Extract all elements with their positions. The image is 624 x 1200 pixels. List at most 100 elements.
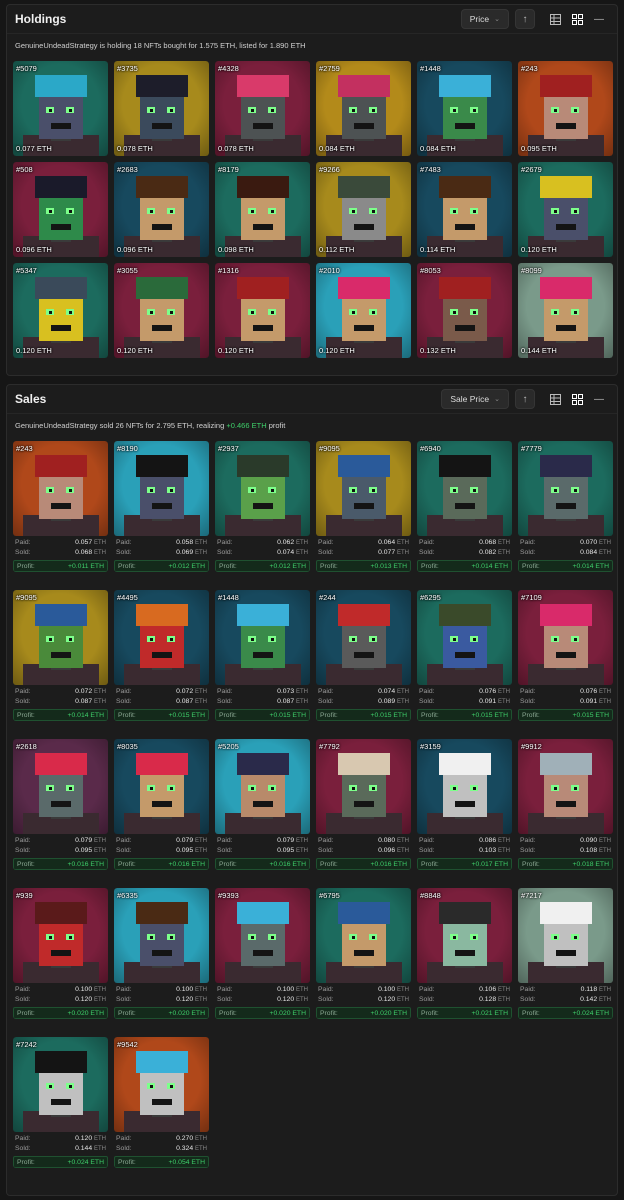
profit-row: Profit: +0.024 ETH (13, 1156, 108, 1168)
collapse-button[interactable]: — (589, 9, 609, 29)
sale-card[interactable]: #3159 Paid: 0.086 ETH Sold: 0.103 ETH Profit:… (417, 739, 512, 870)
nft-card[interactable]: #508 0.096 ETH (13, 162, 108, 257)
nft-image[interactable]: #3055 0.120 ETH (114, 263, 209, 358)
sale-card[interactable]: #244 Paid: 0.074 ETH Sold: 0.089 ETH Profit: +… (316, 590, 411, 721)
sale-card[interactable]: #9095 Paid: 0.064 ETH Sold: 0.077 ETH Profit:… (316, 441, 411, 572)
nft-image[interactable]: #9542 (114, 1037, 209, 1132)
nft-image[interactable]: #4328 0.078 ETH (215, 61, 310, 156)
nft-card[interactable]: #8099 0.144 ETH (518, 263, 613, 358)
nft-image[interactable]: #244 (316, 590, 411, 685)
nft-image[interactable]: #6295 (417, 590, 512, 685)
sale-card[interactable]: #9912 Paid: 0.090 ETH Sold: 0.108 ETH Profit:… (518, 739, 613, 870)
sale-card[interactable]: #5205 Paid: 0.079 ETH Sold: 0.095 ETH Profit:… (215, 739, 310, 870)
sale-card[interactable]: #4495 Paid: 0.072 ETH Sold: 0.087 ETH Profit:… (114, 590, 209, 721)
nft-card[interactable]: #2759 0.084 ETH (316, 61, 411, 156)
nft-image[interactable]: #2759 0.084 ETH (316, 61, 411, 156)
nft-card[interactable]: #5347 0.120 ETH (13, 263, 108, 358)
nft-card[interactable]: #5079 0.077 ETH (13, 61, 108, 156)
nft-card[interactable]: #3055 0.120 ETH (114, 263, 209, 358)
nft-image[interactable]: #243 0.095 ETH (518, 61, 613, 156)
nft-image[interactable]: #9912 (518, 739, 613, 834)
sort-direction-button[interactable]: ↑ (515, 9, 535, 29)
sale-card[interactable]: #8035 Paid: 0.079 ETH Sold: 0.095 ETH Profit:… (114, 739, 209, 870)
nft-image[interactable]: #8099 0.144 ETH (518, 263, 613, 358)
sale-card[interactable]: #7779 Paid: 0.070 ETH Sold: 0.084 ETH Profit:… (518, 441, 613, 572)
sales-sort-dropdown[interactable]: Sale Price ⌄ (441, 389, 509, 409)
nft-image[interactable]: #6795 (316, 888, 411, 983)
nft-image[interactable]: #5205 (215, 739, 310, 834)
sale-card[interactable]: #8848 Paid: 0.106 ETH Sold: 0.128 ETH Profit:… (417, 888, 512, 1019)
nft-image[interactable]: #7792 (316, 739, 411, 834)
holdings-sort-dropdown[interactable]: Price ⌄ (460, 9, 509, 29)
nft-card[interactable]: #8053 0.132 ETH (417, 263, 512, 358)
nft-image[interactable]: #1316 0.120 ETH (215, 263, 310, 358)
nft-image[interactable]: #8179 0.098 ETH (215, 162, 310, 257)
sale-card[interactable]: #7242 Paid: 0.120 ETH Sold: 0.144 ETH Profit:… (13, 1037, 108, 1168)
nft-image[interactable]: #1448 0.084 ETH (417, 61, 512, 156)
sort-direction-button[interactable]: ↑ (515, 389, 535, 409)
nft-card[interactable]: #2683 0.096 ETH (114, 162, 209, 257)
nft-image[interactable]: #2618 (13, 739, 108, 834)
nft-image[interactable]: #2679 0.120 ETH (518, 162, 613, 257)
nft-image[interactable]: #243 (13, 441, 108, 536)
nft-image[interactable]: #6335 (114, 888, 209, 983)
sale-card[interactable]: #9542 Paid: 0.270 ETH Sold: 0.324 ETH Profit:… (114, 1037, 209, 1168)
sale-card[interactable]: #7109 Paid: 0.076 ETH Sold: 0.091 ETH Profit:… (518, 590, 613, 721)
nft-image[interactable]: #8035 (114, 739, 209, 834)
nft-image[interactable]: #8053 0.132 ETH (417, 263, 512, 358)
nft-card[interactable]: #3735 0.078 ETH (114, 61, 209, 156)
sale-card[interactable]: #9095 Paid: 0.072 ETH Sold: 0.087 ETH Profit:… (13, 590, 108, 721)
nft-image[interactable]: #9095 (13, 590, 108, 685)
sale-card[interactable]: #6795 Paid: 0.100 ETH Sold: 0.120 ETH Profit:… (316, 888, 411, 1019)
nft-card[interactable]: #1448 0.084 ETH (417, 61, 512, 156)
sale-card[interactable]: #6940 Paid: 0.068 ETH Sold: 0.082 ETH Profit:… (417, 441, 512, 572)
sale-card[interactable]: #7217 Paid: 0.118 ETH Sold: 0.142 ETH Profit:… (518, 888, 613, 1019)
nft-card[interactable]: #8179 0.098 ETH (215, 162, 310, 257)
nft-image[interactable]: #6940 (417, 441, 512, 536)
grid-view-button[interactable] (567, 389, 587, 409)
nft-card[interactable]: #4328 0.078 ETH (215, 61, 310, 156)
nft-image[interactable]: #2010 0.120 ETH (316, 263, 411, 358)
table-view-button[interactable] (545, 9, 565, 29)
sale-card[interactable]: #939 Paid: 0.100 ETH Sold: 0.120 ETH Profit: +… (13, 888, 108, 1019)
nft-image[interactable]: #4495 (114, 590, 209, 685)
sale-card[interactable]: #7792 Paid: 0.080 ETH Sold: 0.096 ETH Profit:… (316, 739, 411, 870)
collapse-button[interactable]: — (589, 389, 609, 409)
nft-image[interactable]: #9095 (316, 441, 411, 536)
nft-card[interactable]: #2010 0.120 ETH (316, 263, 411, 358)
nft-image[interactable]: #3159 (417, 739, 512, 834)
sale-card[interactable]: #243 Paid: 0.057 ETH Sold: 0.068 ETH Profit: +… (13, 441, 108, 572)
nft-card[interactable]: #7483 0.114 ETH (417, 162, 512, 257)
sale-card[interactable]: #9393 Paid: 0.100 ETH Sold: 0.120 ETH Profit:… (215, 888, 310, 1019)
grid-view-button[interactable] (567, 9, 587, 29)
nft-image[interactable]: #3735 0.078 ETH (114, 61, 209, 156)
nft-image[interactable]: #508 0.096 ETH (13, 162, 108, 257)
nft-image[interactable]: #1448 (215, 590, 310, 685)
nft-image[interactable]: #7217 (518, 888, 613, 983)
nft-image[interactable]: #9393 (215, 888, 310, 983)
sale-card[interactable]: #6295 Paid: 0.076 ETH Sold: 0.091 ETH Profit:… (417, 590, 512, 721)
nft-card[interactable]: #9266 0.112 ETH (316, 162, 411, 257)
sale-card[interactable]: #1448 Paid: 0.073 ETH Sold: 0.087 ETH Profit:… (215, 590, 310, 721)
sale-card[interactable]: #6335 Paid: 0.100 ETH Sold: 0.120 ETH Profit:… (114, 888, 209, 1019)
table-view-button[interactable] (545, 389, 565, 409)
nft-image[interactable]: #7483 0.114 ETH (417, 162, 512, 257)
sale-card[interactable]: #2618 Paid: 0.079 ETH Sold: 0.095 ETH Profit:… (13, 739, 108, 870)
nft-image[interactable]: #5079 0.077 ETH (13, 61, 108, 156)
nft-image[interactable]: #2937 (215, 441, 310, 536)
nft-image[interactable]: #7242 (13, 1037, 108, 1132)
nft-image[interactable]: #2683 0.096 ETH (114, 162, 209, 257)
nft-card[interactable]: #1316 0.120 ETH (215, 263, 310, 358)
sale-card[interactable]: #8190 Paid: 0.058 ETH Sold: 0.069 ETH Profit:… (114, 441, 209, 572)
nft-card[interactable]: #243 0.095 ETH (518, 61, 613, 156)
sold-row-label: Sold: (15, 996, 31, 1003)
nft-image[interactable]: #5347 0.120 ETH (13, 263, 108, 358)
nft-card[interactable]: #2679 0.120 ETH (518, 162, 613, 257)
nft-image[interactable]: #7109 (518, 590, 613, 685)
nft-image[interactable]: #8848 (417, 888, 512, 983)
nft-image[interactable]: #8190 (114, 441, 209, 536)
nft-image[interactable]: #939 (13, 888, 108, 983)
nft-image[interactable]: #7779 (518, 441, 613, 536)
sale-card[interactable]: #2937 Paid: 0.062 ETH Sold: 0.074 ETH Profit:… (215, 441, 310, 572)
nft-image[interactable]: #9266 0.112 ETH (316, 162, 411, 257)
